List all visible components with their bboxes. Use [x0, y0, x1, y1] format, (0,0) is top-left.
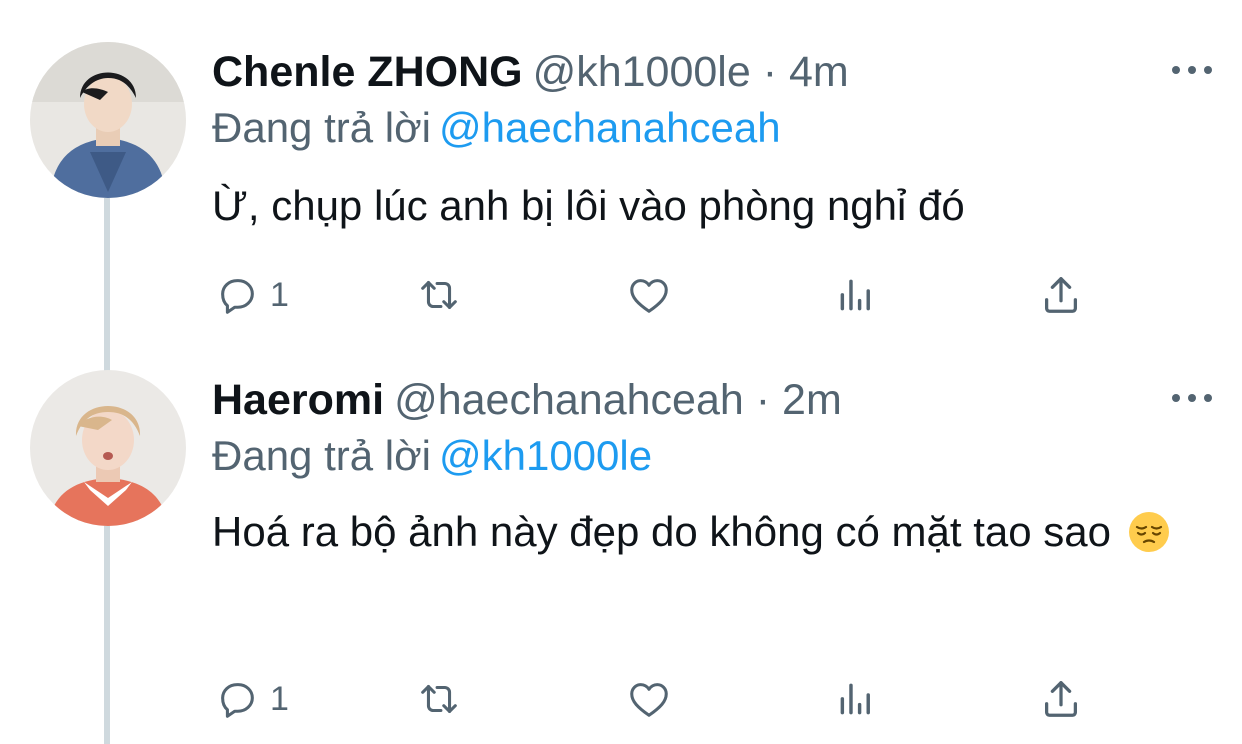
more-options-icon[interactable]	[1172, 60, 1212, 80]
like-button[interactable]	[626, 674, 672, 724]
reply-button[interactable]: 1	[214, 674, 289, 724]
reply-button[interactable]: 1	[214, 270, 289, 320]
display-name[interactable]: Haeromi	[212, 376, 384, 424]
tweet-text-content: Ừ, chụp lúc anh bị lôi vào phòng nghỉ đó	[212, 182, 965, 229]
tweet-text-content: Hoá ra bộ ảnh này đẹp do không có mặt ta…	[212, 508, 1111, 555]
timestamp[interactable]: 2m	[782, 376, 842, 424]
retweet-icon	[421, 685, 457, 713]
timestamp[interactable]: 4m	[789, 48, 849, 96]
avatar[interactable]	[30, 42, 186, 198]
tweet-header: Chenle ZHONG @kh1000le · 4m	[212, 44, 849, 100]
pensive-face-emoji	[1127, 510, 1171, 554]
avatar-photo	[30, 370, 186, 526]
analytics-icon	[840, 683, 870, 715]
replying-to: Đang trả lời @haechanahceah	[212, 100, 781, 156]
share-icon	[1044, 277, 1078, 313]
like-button[interactable]	[626, 270, 672, 320]
comment-icon	[221, 683, 254, 718]
share-button[interactable]	[1038, 270, 1084, 320]
avatar-photo	[30, 42, 186, 198]
separator-dot: ·	[762, 48, 778, 96]
heart-icon	[630, 683, 668, 717]
views-button[interactable]	[832, 674, 878, 724]
replying-to-handle[interactable]: @haechanahceah	[439, 104, 781, 151]
replying-to: Đang trả lời @kh1000le	[212, 428, 652, 484]
tweet-text: Ừ, chụp lúc anh bị lôi vào phòng nghỉ đó	[212, 170, 1202, 242]
replying-to-handle[interactable]: @kh1000le	[439, 432, 652, 479]
avatar[interactable]	[30, 370, 186, 526]
user-handle[interactable]: @haechanahceah	[394, 376, 744, 424]
display-name[interactable]: Chenle ZHONG	[212, 48, 523, 96]
analytics-icon	[840, 279, 870, 311]
tweet-text: Hoá ra bộ ảnh này đẹp do không có mặt ta…	[212, 496, 1202, 568]
separator-dot: ·	[755, 376, 771, 424]
user-handle[interactable]: @kh1000le	[533, 48, 751, 96]
retweet-icon	[421, 281, 457, 309]
tweet-actions: 1	[212, 270, 1112, 320]
more-options-icon[interactable]	[1172, 388, 1212, 408]
share-icon	[1044, 681, 1078, 717]
retweet-button[interactable]	[416, 270, 462, 320]
share-button[interactable]	[1038, 674, 1084, 724]
reply-count: 1	[270, 679, 289, 718]
views-button[interactable]	[832, 270, 878, 320]
replying-to-label: Đang trả lời	[212, 104, 431, 151]
replying-to-label: Đang trả lời	[212, 432, 431, 479]
heart-icon	[630, 279, 668, 313]
reply-count: 1	[270, 275, 289, 314]
tweet-actions: 1	[212, 674, 1112, 724]
tweet-header: Haeromi @haechanahceah · 2m	[212, 372, 842, 428]
retweet-button[interactable]	[416, 674, 462, 724]
comment-icon	[221, 279, 254, 314]
